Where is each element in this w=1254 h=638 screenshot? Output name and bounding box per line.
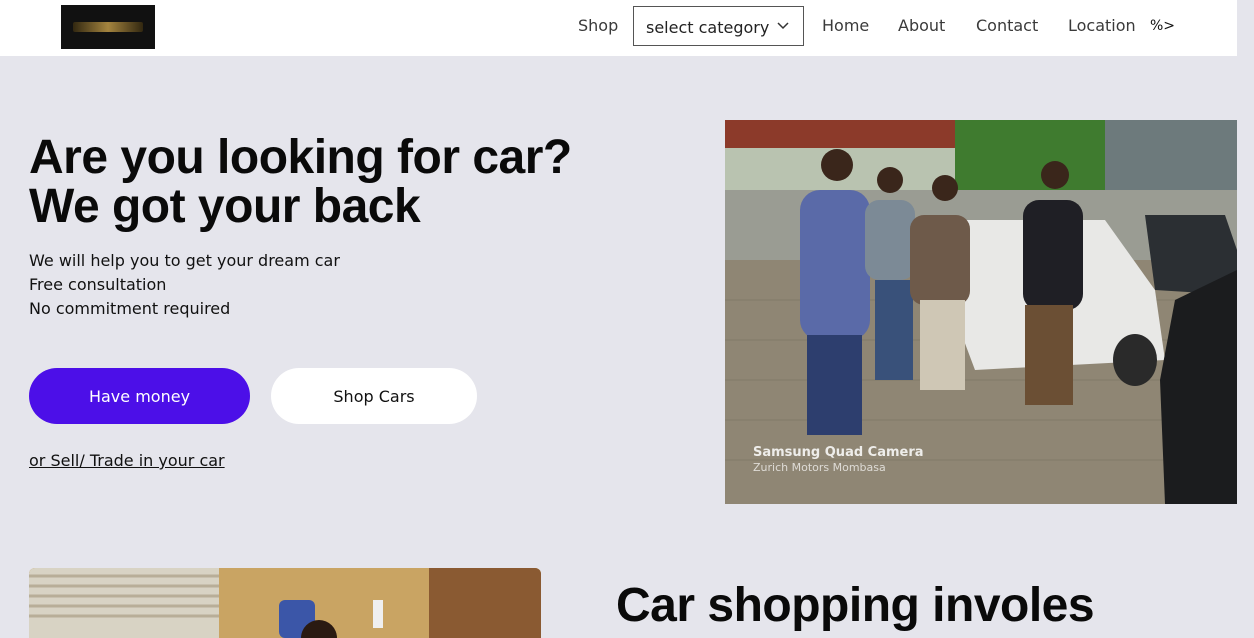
hero-title-line-1: Are you looking for car? <box>29 131 572 184</box>
sell-trade-link[interactable]: or Sell/ Trade in your car <box>29 451 225 470</box>
logo-mark <box>73 22 143 32</box>
navbar: Shop select category Home About Contact … <box>0 0 1237 56</box>
hero-title-line-2: We got your back <box>29 180 421 233</box>
category-select-value: select category <box>646 18 770 37</box>
hero-photo: Samsung Quad Camera Zurich Motors Mombas… <box>725 120 1237 504</box>
nav-about-link[interactable]: About <box>898 16 945 35</box>
hero-subtitle-3: No commitment required <box>29 299 231 318</box>
photo-watermark: Samsung Quad Camera <box>753 445 924 460</box>
section-title: Car shopping involes <box>616 579 1095 632</box>
have-money-button[interactable]: Have money <box>29 368 250 424</box>
nav-shop-link[interactable]: Shop <box>578 16 618 35</box>
secondary-photo-scene <box>29 568 541 638</box>
nav-home-link[interactable]: Home <box>822 16 869 35</box>
site-logo[interactable] <box>61 5 155 49</box>
secondary-photo <box>29 568 541 638</box>
shop-cars-button[interactable]: Shop Cars <box>271 368 477 424</box>
hero-subtitle-1: We will help you to get your dream car <box>29 251 340 270</box>
photo-watermark-sub: Zurich Motors Mombasa <box>753 461 886 474</box>
hero-title: Are you looking for car? We got your bac… <box>29 133 572 231</box>
scrollbar-gutter <box>1237 0 1254 632</box>
stray-text: %> <box>1150 18 1176 34</box>
hero-subtitle-2: Free consultation <box>29 275 167 294</box>
nav-contact-link[interactable]: Contact <box>976 16 1038 35</box>
chevron-down-icon <box>777 22 789 30</box>
nav-location-link[interactable]: Location <box>1068 16 1136 35</box>
category-select[interactable]: select category <box>633 6 804 46</box>
